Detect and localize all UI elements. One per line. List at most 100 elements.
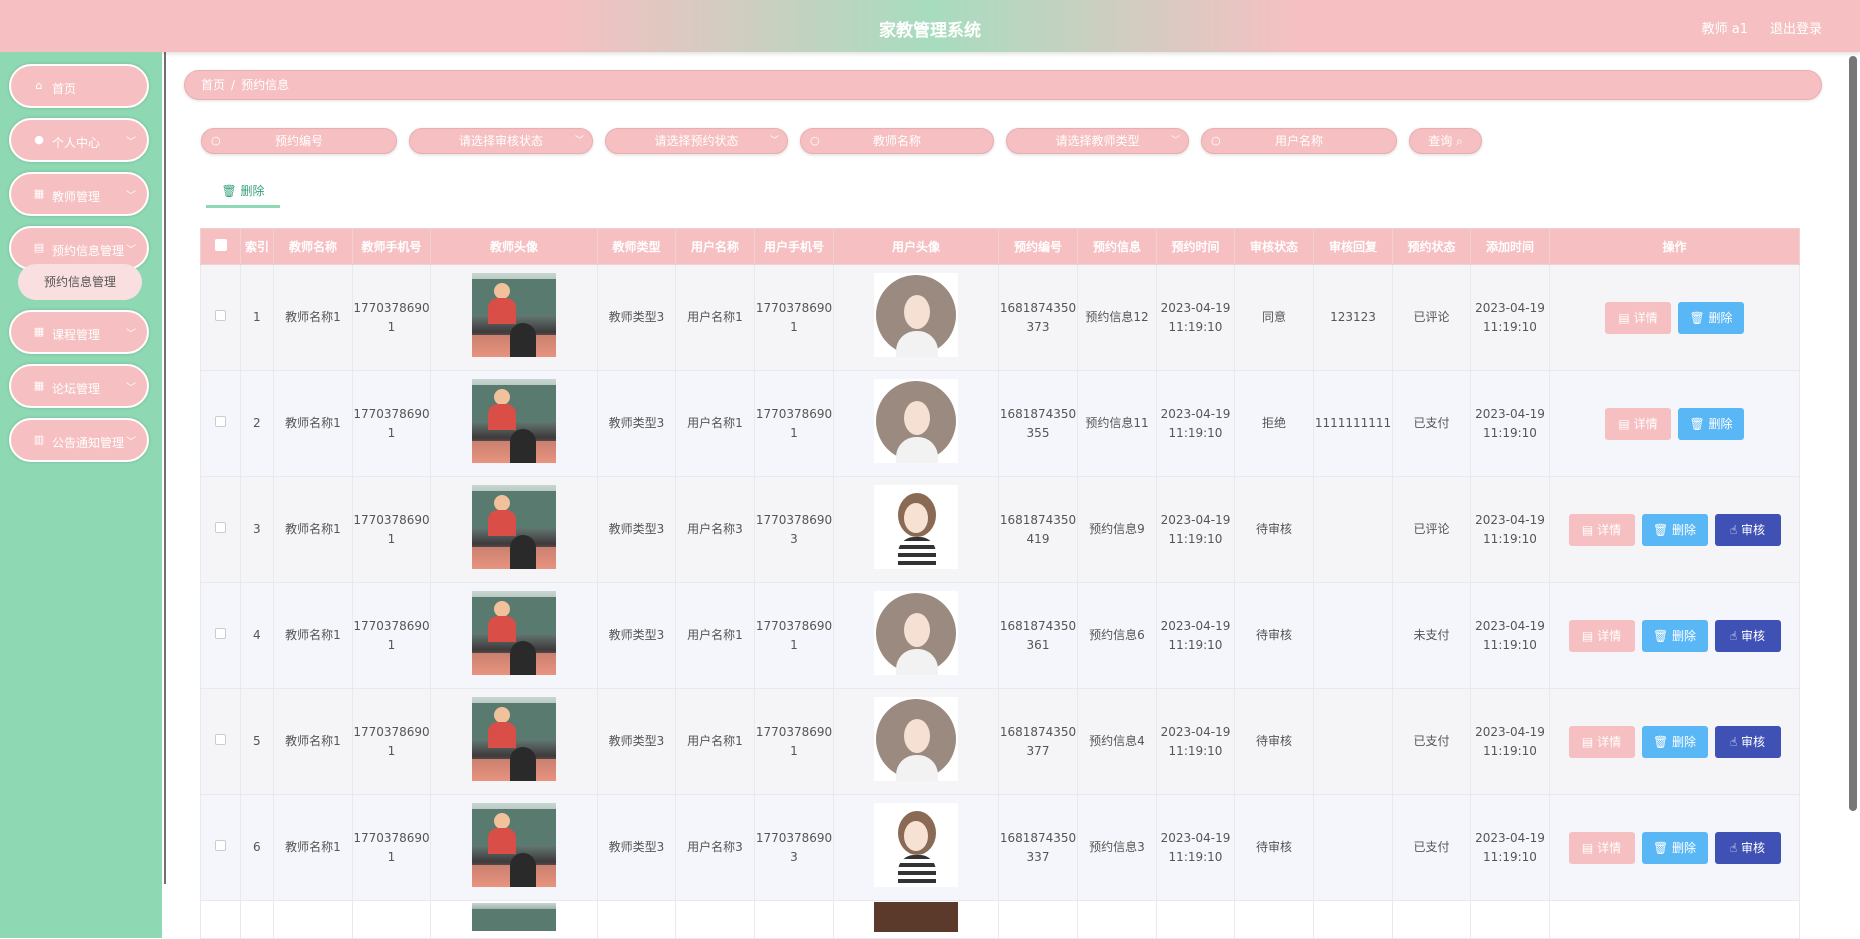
breadcrumb-home[interactable]: 首页 bbox=[201, 78, 225, 92]
user-avatar-image[interactable] bbox=[874, 802, 958, 887]
row-select-cell[interactable] bbox=[200, 688, 241, 795]
audit-status-cell: 待审核 bbox=[1234, 582, 1314, 689]
audit-status-select[interactable]: 请选择审核状态 ﹀ bbox=[409, 128, 593, 154]
delete-button[interactable]: 🗑 删除 bbox=[1641, 619, 1708, 652]
user-avatar-image[interactable] bbox=[874, 484, 958, 569]
document-icon: ▤ bbox=[1618, 416, 1634, 431]
teacher-name-input[interactable]: ○ 教师名称 bbox=[800, 128, 994, 154]
delete-button[interactable]: 🗑 删除 bbox=[1641, 513, 1708, 546]
row-select-cell[interactable] bbox=[200, 370, 241, 477]
delete-button[interactable]: 🗑 删除 bbox=[1641, 725, 1708, 758]
select-all-checkbox[interactable] bbox=[214, 239, 227, 251]
empty-cell bbox=[352, 900, 431, 939]
reservation-status-select[interactable]: 请选择预约状态 ﹀ bbox=[605, 128, 788, 154]
content-divider bbox=[164, 52, 166, 884]
actions-cell: ▤ 详情 🗑 删除 ☝ 审核 bbox=[1549, 794, 1800, 901]
row-select-cell[interactable] bbox=[200, 582, 241, 689]
row-select-cell[interactable] bbox=[200, 794, 241, 901]
search-button[interactable]: 查询 ⌕ bbox=[1409, 128, 1482, 154]
delete-button[interactable]: 🗑 删除 bbox=[1641, 831, 1708, 864]
detail-button[interactable]: ▤ 详情 bbox=[1605, 407, 1671, 440]
reservation-time-cell: 2023-04-19 11:19:10 bbox=[1156, 476, 1235, 583]
user-name-input[interactable]: ○ 用户名称 bbox=[1201, 128, 1397, 154]
user-avatar-cell bbox=[833, 370, 999, 477]
detail-button-label: 详情 bbox=[1597, 840, 1622, 855]
audit-button[interactable]: ☝ 审核 bbox=[1714, 619, 1781, 652]
sidebar-item-label: 课程管理 bbox=[52, 328, 101, 342]
audit-button[interactable]: ☝ 审核 bbox=[1714, 831, 1781, 864]
teacher-avatar-image[interactable] bbox=[472, 590, 556, 675]
reservation-no-input[interactable]: ○ 预约编号 bbox=[201, 128, 397, 154]
reservation-status-cell: 已支付 bbox=[1392, 688, 1471, 795]
delete-button[interactable]: 🗑 删除 bbox=[1678, 407, 1744, 440]
top-header: 家教管理系统 教师 a1 退出登录 bbox=[0, 0, 1860, 52]
scrollbar-thumb[interactable] bbox=[1849, 56, 1857, 811]
detail-button[interactable]: ▤ 详情 bbox=[1568, 619, 1635, 652]
teacher-avatar-image[interactable] bbox=[472, 484, 556, 569]
detail-button[interactable]: ▤ 详情 bbox=[1568, 513, 1635, 546]
column-header: 教师类型 bbox=[597, 228, 676, 265]
detail-button-label: 详情 bbox=[1633, 310, 1658, 325]
column-header: 教师名称 bbox=[273, 228, 353, 265]
user-name-cell: 用户名称3 bbox=[675, 476, 755, 583]
empty-cell bbox=[1470, 900, 1550, 939]
sidebar-item-teacher-management[interactable]: ▦ 教师管理 ﹀ bbox=[9, 172, 149, 216]
row-select-cell[interactable] bbox=[200, 476, 241, 583]
user-phone-cell: 17703786901 bbox=[754, 688, 834, 795]
row-checkbox[interactable] bbox=[215, 310, 226, 321]
user-avatar-image[interactable] bbox=[874, 590, 958, 675]
submenu-item-reservation-management[interactable]: 预约信息管理 bbox=[18, 264, 142, 300]
column-header: 用户名称 bbox=[675, 228, 755, 265]
teacher-type-cell: 教师类型3 bbox=[597, 370, 676, 477]
sidebar-item-personal-center[interactable]: ● 个人中心 ﹀ bbox=[9, 118, 149, 162]
row-select-cell[interactable] bbox=[200, 264, 241, 371]
teacher-avatar-image[interactable] bbox=[472, 378, 556, 463]
empty-cell bbox=[754, 900, 834, 939]
trash-icon: 🗑 bbox=[1689, 310, 1709, 325]
user-avatar-image[interactable] bbox=[874, 696, 958, 781]
sidebar-item-notice-management[interactable]: ▥ 公告通知管理 ﹀ bbox=[9, 418, 149, 462]
sidebar-item-forum-management[interactable]: ▦ 论坛管理 ﹀ bbox=[9, 364, 149, 408]
document-icon: ▤ bbox=[1581, 628, 1598, 643]
page-scrollbar[interactable] bbox=[1848, 52, 1858, 938]
reservation-info-cell: 预约信息12 bbox=[1077, 264, 1157, 371]
detail-button[interactable]: ▤ 详情 bbox=[1605, 301, 1671, 334]
column-header: 审核状态 bbox=[1234, 228, 1314, 265]
sidebar-item-course-management[interactable]: ▦ 课程管理 ﹀ bbox=[9, 310, 149, 354]
audit-button[interactable]: ☝ 审核 bbox=[1714, 513, 1781, 546]
sidebar-item-home[interactable]: ⌂ 首页 bbox=[9, 64, 149, 108]
audit-button-label: 审核 bbox=[1741, 734, 1766, 749]
user-phone-cell: 17703786901 bbox=[754, 264, 834, 371]
search-button-label: 查询 bbox=[1428, 134, 1453, 148]
audit-reply-cell bbox=[1313, 476, 1393, 583]
teacher-avatar-image[interactable] bbox=[472, 696, 556, 781]
delete-button[interactable]: 🗑 删除 bbox=[1678, 301, 1744, 334]
user-avatar-image[interactable] bbox=[874, 378, 958, 463]
detail-button-label: 详情 bbox=[1597, 628, 1622, 643]
detail-button[interactable]: ▤ 详情 bbox=[1568, 831, 1635, 864]
audit-status-cell: 拒绝 bbox=[1234, 370, 1314, 477]
logout-link[interactable]: 退出登录 bbox=[1770, 18, 1822, 37]
teacher-avatar-image[interactable] bbox=[472, 902, 556, 931]
row-checkbox[interactable] bbox=[215, 628, 226, 639]
detail-button[interactable]: ▤ 详情 bbox=[1568, 725, 1635, 758]
select-all-cell[interactable] bbox=[200, 228, 241, 265]
row-checkbox[interactable] bbox=[215, 840, 226, 851]
audit-button[interactable]: ☝ 审核 bbox=[1714, 725, 1781, 758]
teacher-avatar-cell bbox=[430, 582, 598, 689]
current-user: 教师 a1 bbox=[1701, 22, 1748, 37]
sidebar-item-label: 教师管理 bbox=[52, 190, 101, 204]
audit-button-label: 审核 bbox=[1741, 628, 1766, 643]
row-checkbox[interactable] bbox=[215, 416, 226, 427]
hand-pointer-icon: ☝ bbox=[1729, 522, 1742, 537]
chevron-down-icon: ﹀ bbox=[126, 329, 136, 340]
teacher-type-select[interactable]: 请选择教师类型 ﹀ bbox=[1006, 128, 1189, 154]
teacher-avatar-image[interactable] bbox=[472, 802, 556, 887]
teacher-avatar-image[interactable] bbox=[472, 272, 556, 357]
row-checkbox[interactable] bbox=[215, 734, 226, 745]
row-checkbox[interactable] bbox=[215, 522, 226, 533]
batch-delete-button[interactable]: 🗑 删除 bbox=[206, 180, 280, 208]
user-avatar-image[interactable] bbox=[874, 272, 958, 357]
reservation-no-placeholder: 预约编号 bbox=[274, 134, 323, 148]
user-avatar-image[interactable] bbox=[874, 901, 958, 932]
